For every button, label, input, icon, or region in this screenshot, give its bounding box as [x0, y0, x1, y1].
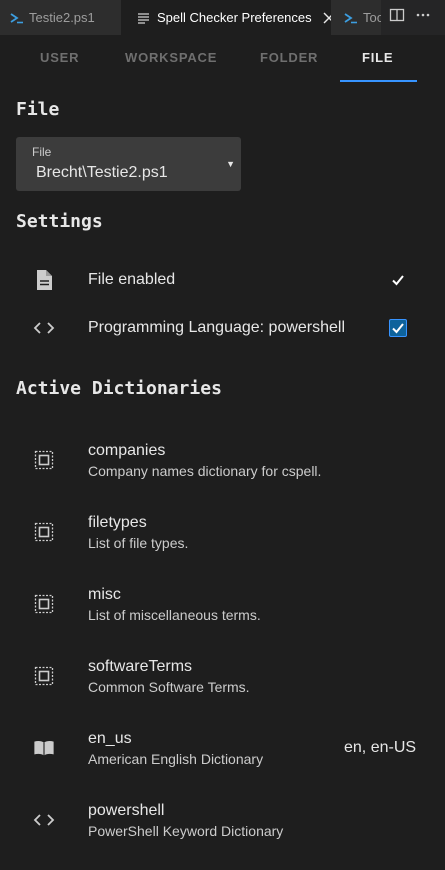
- settings-heading: Settings: [16, 211, 103, 232]
- scope-tabs: USER WORKSPACE FOLDER FILE: [0, 35, 445, 83]
- active-dictionaries-heading: Active Dictionaries: [16, 378, 222, 399]
- scope-tab-file[interactable]: FILE: [362, 50, 393, 65]
- programming-language-checkbox[interactable]: [389, 319, 407, 337]
- file-enabled-checkbox[interactable]: [389, 271, 407, 289]
- scope-tab-user[interactable]: USER: [40, 50, 79, 65]
- preview-icon: [137, 11, 153, 25]
- dictionary-description: Company names dictionary for cspell.: [88, 463, 322, 479]
- dictionary-name: en_us: [88, 730, 132, 747]
- dropdown-arrow-icon: ▼: [226, 159, 235, 169]
- dictionary-description: Common Software Terms.: [88, 679, 250, 695]
- dictionary-description: List of file types.: [88, 535, 189, 551]
- dictionary-locale: en, en-US: [344, 739, 417, 756]
- dictionary-description: PowerShell Keyword Dictionary: [88, 823, 284, 839]
- powershell-icon: [9, 10, 25, 26]
- file-select-label: File: [32, 145, 52, 159]
- file-icon: [33, 269, 55, 291]
- dictionary-name: softwareTerms: [88, 658, 193, 675]
- editor-tab-label: Testie2.ps1: [29, 10, 95, 25]
- editor-actions: [381, 0, 445, 35]
- setting-programming-language-label: Programming Language: powershell: [88, 319, 346, 336]
- editor-tab-label: Too: [363, 10, 381, 25]
- dictionary-description: List of miscellaneous terms.: [88, 607, 261, 623]
- powershell-icon: [343, 10, 359, 26]
- file-heading: File: [16, 99, 60, 120]
- code-icon: [33, 317, 55, 339]
- dictionary-name: powershell: [88, 802, 165, 819]
- active-tab-indicator: [340, 80, 417, 82]
- dictionary-icon: [33, 665, 55, 687]
- editor-tab-too[interactable]: Too: [331, 0, 381, 35]
- scope-tab-workspace[interactable]: WORKSPACE: [125, 50, 217, 65]
- dictionary-name: misc: [88, 586, 121, 603]
- dictionary-name: companies: [88, 442, 166, 459]
- setting-file-enabled-label: File enabled: [88, 271, 176, 288]
- scope-tab-folder[interactable]: FOLDER: [260, 50, 318, 65]
- dictionary-icon: [33, 593, 55, 615]
- dictionary-name: filetypes: [88, 514, 147, 531]
- editor-tab-testie2[interactable]: Testie2.ps1: [0, 0, 121, 35]
- book-icon: [33, 737, 55, 759]
- more-actions-icon[interactable]: [415, 7, 431, 28]
- editor-tab-spell-checker-preferences[interactable]: Spell Checker Preferences: [121, 0, 331, 35]
- dictionary-description: American English Dictionary: [88, 751, 264, 767]
- dictionary-icon: [33, 521, 55, 543]
- dictionary-icon: [33, 449, 55, 471]
- file-select-value: Brecht\Testie2.ps1: [36, 164, 168, 181]
- editor-tab-label: Spell Checker Preferences: [157, 10, 312, 25]
- file-select[interactable]: File Brecht\Testie2.ps1 ▼: [16, 137, 241, 191]
- code-icon: [33, 809, 55, 831]
- close-icon[interactable]: [322, 11, 331, 25]
- split-editor-icon[interactable]: [389, 7, 405, 28]
- editor-tab-bar: Testie2.ps1 Spell Checker Preferences To…: [0, 0, 445, 35]
